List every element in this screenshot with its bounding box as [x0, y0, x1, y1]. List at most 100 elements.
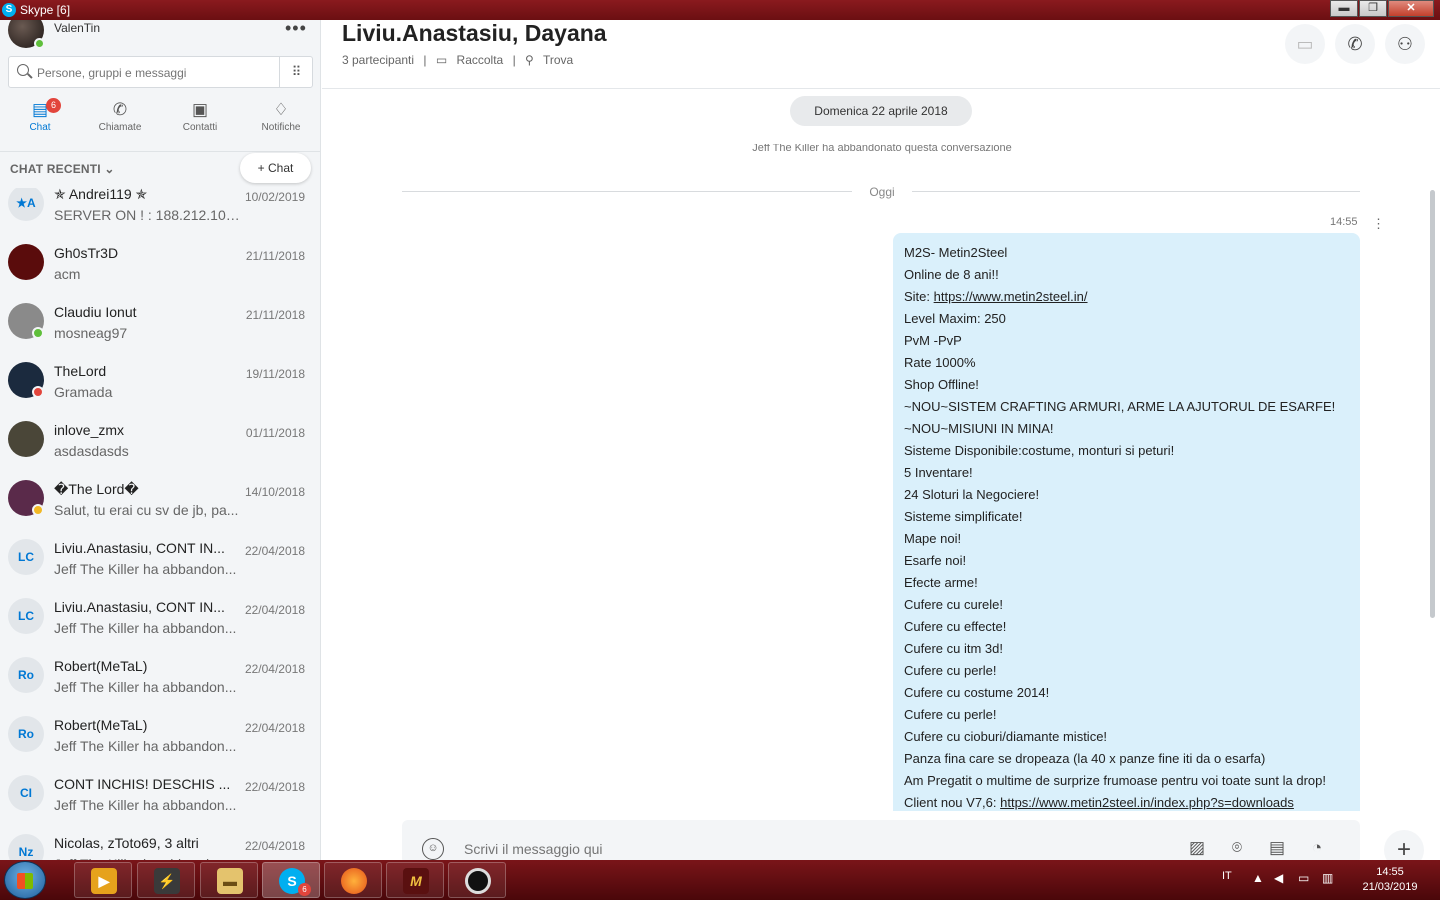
contact-card-icon[interactable]: ▤	[1264, 838, 1290, 862]
avatar: LC	[8, 598, 44, 634]
conversation-pane: Liviu.Anastasiu, Dayana 3 partecipanti |…	[322, 20, 1440, 870]
chat-list-item[interactable]: LC Liviu.Anastasiu, CONT IN... Jeff The Ki…	[0, 587, 320, 646]
taskbar-metin2[interactable]: M	[386, 862, 444, 898]
chat-list-item[interactable]: �The Lord� Salut, tu erai cu sv de jb, pa…	[0, 469, 320, 528]
chat-list-item[interactable]: Claudiu Ionut mosneag97 21/11/2018	[0, 292, 320, 351]
dialpad-icon[interactable]: ⠿	[279, 57, 312, 87]
maximize-button[interactable]: ❐	[1359, 0, 1387, 17]
avatar: Ro	[8, 716, 44, 752]
metin2-icon: M	[403, 868, 429, 894]
chat-date: 22/04/2018	[244, 839, 305, 853]
message-line: Cufere cu perle!	[904, 707, 997, 722]
profile-avatar[interactable]	[8, 20, 45, 49]
avatar	[8, 421, 44, 457]
today-divider-right	[912, 191, 1360, 192]
emoji-icon[interactable]: ☺	[422, 838, 444, 860]
download-link[interactable]: https://www.metin2steel.in/index.php?s=d…	[1000, 795, 1294, 810]
profile-name[interactable]: ValenTin	[54, 21, 100, 35]
media-gallery-icon[interactable]: ▨	[1184, 838, 1210, 862]
window-titlebar: S Skype [6] ▬ ❐ ✕	[0, 0, 1440, 20]
presence-status-dot	[32, 504, 44, 516]
message-line: ~NOU~MISIUNI IN MINA!	[904, 421, 1054, 436]
poll-icon[interactable]: ◔	[1304, 838, 1330, 862]
video-call-button[interactable]: ▭	[1285, 24, 1325, 64]
message-bubble[interactable]: M2S- Metin2Steel Online de 8 ani!! Site:…	[893, 233, 1360, 811]
record-icon	[465, 868, 491, 894]
show-hidden-icons[interactable]: ▲	[1252, 871, 1264, 885]
location-icon[interactable]: ⌾	[1224, 838, 1250, 862]
message-input[interactable]	[464, 840, 864, 858]
tab-contacts[interactable]: ▣ Contatti	[160, 98, 240, 133]
chat-list-item[interactable]: ★A ✯ Andrei119 ✯ SERVER ON ! : 188.212.100…	[0, 188, 320, 233]
conversation-title[interactable]: Liviu.Anastasiu, Dayana	[342, 20, 607, 47]
taskbar-media-player[interactable]: ▶	[74, 862, 132, 898]
action-center-icon[interactable]: ▭	[1298, 871, 1309, 885]
message-line: PvM -PvP	[904, 333, 962, 348]
chat-name: Nicolas, zToto69, 3 altri	[54, 835, 199, 851]
chat-preview: acm	[54, 266, 81, 282]
contacts-icon: ▣	[191, 100, 209, 119]
search-input[interactable]	[37, 63, 277, 83]
taskbar-recorder[interactable]	[448, 862, 506, 898]
minimize-button[interactable]: ▬	[1330, 0, 1358, 17]
chat-preview: Gramada	[54, 384, 113, 400]
chat-date: 22/04/2018	[244, 721, 305, 735]
chat-preview: Jeff The Killer ha abbandon...	[54, 797, 237, 813]
chat-date: 22/04/2018	[244, 662, 305, 676]
unread-badge: 6	[46, 98, 61, 113]
recent-chats-dropdown[interactable]: CHAT RECENTI ⌄	[10, 162, 115, 176]
taskbar: ▶ ⚡ ▬ S6 M IT ▲ ◀ ▭ ▥ 14:55 21/03/2019	[0, 860, 1440, 900]
chat-list-item[interactable]: inlove_zmx asdasdasds 01/11/2018	[0, 410, 320, 469]
volume-icon[interactable]: ◀	[1274, 871, 1283, 885]
taskbar-skype[interactable]: S6	[262, 862, 320, 898]
message-options-button[interactable]: ⋮	[1372, 216, 1385, 232]
chat-preview: Jeff The Killer ha abbandon...	[54, 620, 237, 636]
chat-preview: Jeff The Killer ha abbandon...	[54, 738, 237, 754]
system-clock[interactable]: 14:55 21/03/2019	[1350, 865, 1430, 895]
sidebar: ValenTin ••• ⠿ ▤ 6 Chat ✆ Chiamate ▣ Con…	[0, 20, 321, 860]
chat-list-item[interactable]: LC Liviu.Anastasiu, CONT IN... Jeff The Ki…	[0, 528, 320, 587]
chat-preview: Jeff The Killer ha abbandon...	[54, 561, 237, 577]
tab-chat[interactable]: ▤ 6 Chat	[0, 98, 80, 133]
clock-time: 14:55	[1376, 866, 1404, 878]
new-chat-button[interactable]: + Chat	[240, 153, 311, 183]
message-line: Level Maxim: 250	[904, 311, 1006, 326]
taskbar-firefox[interactable]	[324, 862, 382, 898]
chat-list-item[interactable]: CI CONT INCHIS! DESCHIS ... Jeff The Kille…	[0, 764, 320, 823]
audio-call-button[interactable]: ✆	[1335, 24, 1375, 64]
add-participant-button[interactable]: ⚇	[1385, 24, 1425, 64]
language-indicator[interactable]: IT	[1222, 870, 1232, 882]
chat-list-item[interactable]: Ro Robert(MeTaL) Jeff The Killer ha abband…	[0, 646, 320, 705]
chat-name: Liviu.Anastasiu, CONT IN...	[54, 540, 225, 556]
gallery-link[interactable]: Raccolta	[457, 53, 504, 67]
chat-list-item[interactable]: Ro Robert(MeTaL) Jeff The Killer ha abband…	[0, 705, 320, 764]
scrollbar[interactable]	[1430, 190, 1435, 618]
chat-list-item[interactable]: NzNicolas, zToto69, 3 altriJeff The Kill…	[0, 823, 320, 860]
chat-date: 10/02/2019	[244, 190, 305, 204]
chat-list-item[interactable]: TheLord Gramada 19/11/2018	[0, 351, 320, 410]
chat-date: 22/04/2018	[244, 544, 305, 558]
new-chat-label: Chat	[268, 161, 294, 175]
main-tabs: ▤ 6 Chat ✆ Chiamate ▣ Contatti ♢ Notific…	[0, 98, 320, 142]
tab-calls[interactable]: ✆ Chiamate	[80, 98, 160, 133]
start-button[interactable]	[4, 861, 46, 899]
site-link[interactable]: https://www.metin2steel.in/	[934, 289, 1088, 304]
close-button[interactable]: ✕	[1388, 0, 1434, 17]
find-link[interactable]: Trova	[543, 53, 573, 67]
participants-link[interactable]: 3 partecipanti	[342, 53, 414, 67]
more-options-button[interactable]: •••	[285, 20, 307, 39]
recent-chats-label: CHAT RECENTI	[10, 162, 101, 176]
network-icon[interactable]: ▥	[1322, 871, 1333, 885]
message-line: Sisteme simplificate!	[904, 509, 1023, 524]
chat-list-item[interactable]: Gh0sTr3D acm 21/11/2018	[0, 233, 320, 292]
chat-date: 14/10/2018	[244, 485, 305, 499]
search-icon	[17, 64, 29, 76]
taskbar-explorer[interactable]: ▬	[200, 862, 258, 898]
message-line: Efecte arme!	[904, 575, 978, 590]
search-box: ⠿	[8, 56, 313, 88]
gallery-icon: ▭	[435, 53, 448, 67]
chat-name: Liviu.Anastasiu, CONT IN...	[54, 599, 225, 615]
tab-notifications[interactable]: ♢ Notifiche	[241, 98, 320, 133]
taskbar-winamp[interactable]: ⚡	[137, 862, 195, 898]
winamp-icon: ⚡	[154, 868, 180, 894]
